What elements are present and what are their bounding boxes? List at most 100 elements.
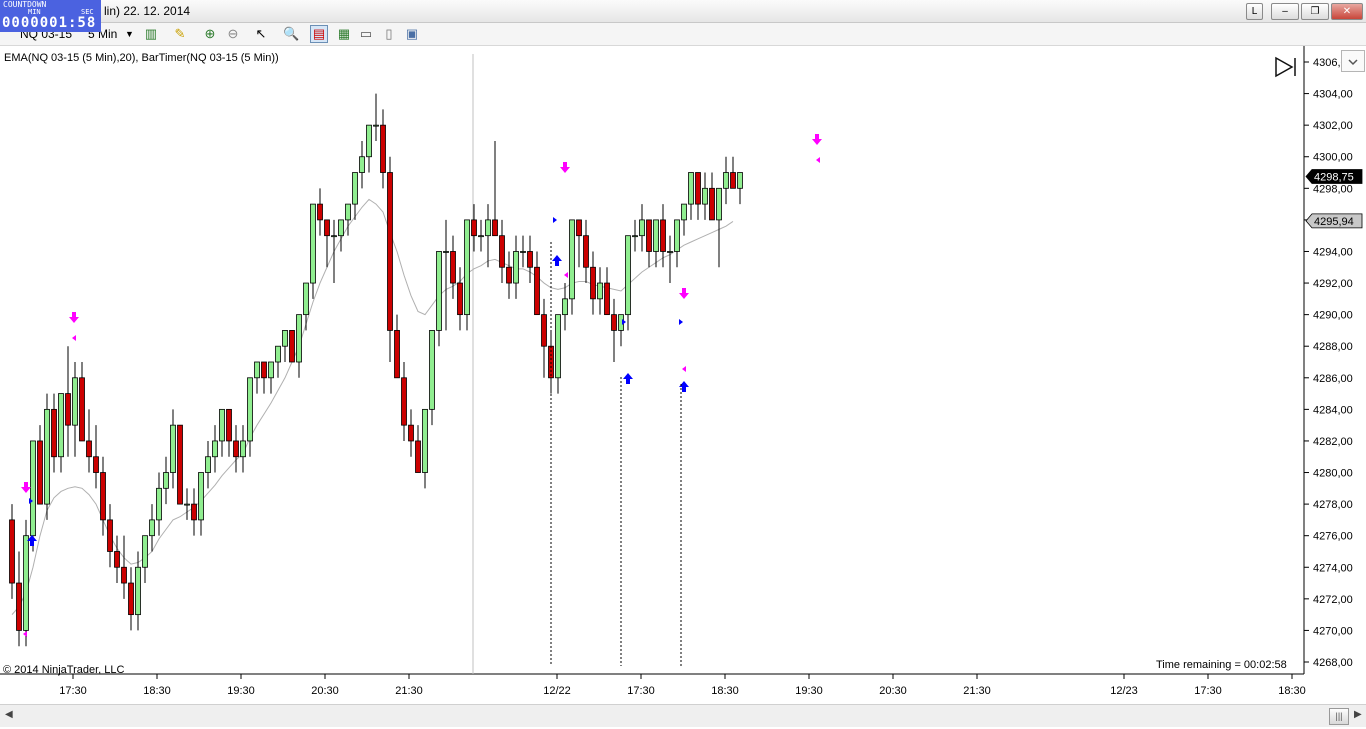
signal-marker-icon [564, 272, 568, 278]
candle-up [716, 187, 722, 221]
strategies-icon[interactable]: ▭ [358, 26, 374, 42]
restore-button[interactable]: ❐ [1301, 3, 1329, 20]
play-icon[interactable] [1274, 56, 1298, 78]
price-tick-label: 4272,00 [1313, 594, 1353, 606]
data-box-icon[interactable]: ▯ [381, 26, 397, 42]
candle-down [317, 203, 323, 221]
candle-down [289, 330, 295, 363]
signal-marker-icon [679, 319, 683, 325]
candle-up [464, 219, 470, 316]
candle-up [478, 235, 484, 238]
candle-down [226, 408, 232, 442]
candle-down [450, 251, 456, 284]
sell-arrow-icon [679, 288, 689, 299]
candle-up [562, 298, 568, 316]
candle-down [499, 235, 505, 268]
signal-marker-icon [553, 217, 557, 223]
candle-down [730, 172, 736, 189]
candle-down [534, 266, 540, 316]
candle-up [639, 219, 645, 237]
candle-down [380, 124, 386, 173]
candle-up [702, 187, 708, 205]
price-tick-label: 4268,00 [1313, 657, 1353, 669]
scroll-thumb[interactable]: ||| [1329, 708, 1349, 725]
candle-up [485, 219, 491, 237]
candle-up [422, 408, 428, 473]
chevron-down-icon[interactable]: ▼ [125, 26, 134, 42]
candle-down [191, 503, 197, 521]
candle-up [219, 408, 225, 442]
candle-down [128, 582, 134, 616]
copyright-text: © 2014 NinjaTrader, LLC [3, 664, 125, 676]
indicators-icon[interactable]: ▦ [336, 26, 352, 42]
candle-down [261, 361, 267, 379]
candle-down [576, 219, 582, 237]
zoom-out-icon[interactable]: ⊖ [225, 26, 241, 42]
time-tick-label: 17:30 [627, 685, 655, 697]
signal-marker-icon [622, 319, 626, 325]
candle-up [170, 424, 176, 473]
magnify-icon[interactable]: 🔍 [283, 26, 299, 42]
bar-type-icon[interactable]: ▥ [143, 26, 159, 42]
candle-up [275, 345, 281, 363]
price-tick-label: 4302,00 [1313, 120, 1353, 132]
candle-down [324, 219, 330, 237]
price-tick-label: 4300,00 [1313, 152, 1353, 164]
candle-up [303, 282, 309, 316]
candle-down [86, 440, 92, 458]
price-tick-label: 4294,00 [1313, 246, 1353, 258]
countdown-value: 0000001:58 [2, 15, 97, 31]
candle-down [583, 235, 589, 268]
candle-up [513, 251, 519, 284]
chart-trader-icon[interactable]: ▤ [310, 25, 328, 43]
time-tick-label: 20:30 [879, 685, 907, 697]
candle-down [646, 219, 652, 252]
sell-arrow-icon [812, 134, 822, 145]
pointer-icon[interactable]: ↖ [253, 26, 269, 42]
minimize-button[interactable]: – [1271, 3, 1299, 20]
candle-down [604, 282, 610, 316]
signal-marker-icon [816, 157, 820, 163]
price-scale-toggle[interactable] [1341, 50, 1365, 72]
price-chart[interactable]: 4306,004304,004302,004300,004298,004296,… [0, 46, 1366, 704]
close-button[interactable]: ✕ [1331, 3, 1363, 20]
candle-up [520, 251, 526, 253]
time-tick-label: 18:30 [143, 685, 171, 697]
zoom-in-icon[interactable]: ⊕ [202, 26, 218, 42]
candle-down [233, 440, 239, 458]
sell-arrow-icon [69, 312, 79, 323]
horizontal-scrollbar[interactable]: ◀ ||| ▶ [0, 704, 1366, 727]
time-tick-label: 18:30 [711, 685, 739, 697]
candle-up [359, 156, 365, 173]
candle-up [282, 330, 288, 347]
candle-down [79, 377, 85, 442]
candle-up [198, 472, 204, 521]
last-price-label: 4298,75 [1314, 171, 1354, 183]
candle-up [268, 361, 274, 379]
candle-up [72, 377, 78, 426]
candle-up [569, 219, 575, 300]
candle-down [590, 266, 596, 300]
candle-up [674, 219, 680, 252]
sell-arrow-icon [560, 162, 570, 173]
scroll-right-icon[interactable]: ▶ [1354, 709, 1362, 720]
candle-up [345, 203, 351, 221]
draw-pencil-icon[interactable]: ✎ [172, 26, 188, 42]
candle-down [65, 393, 71, 426]
buy-arrow-icon [623, 373, 633, 384]
price-tick-label: 4288,00 [1313, 341, 1353, 353]
candle-up [632, 235, 638, 238]
candle-up [149, 519, 155, 537]
link-button[interactable]: L [1246, 3, 1263, 20]
price-tick-label: 4298,00 [1313, 183, 1353, 195]
signal-marker-icon [23, 631, 27, 637]
time-tick-label: 17:30 [59, 685, 87, 697]
candle-up [681, 203, 687, 221]
candle-down [541, 314, 547, 347]
scroll-left-icon[interactable]: ◀ [5, 709, 13, 720]
candle-down [471, 219, 477, 237]
properties-icon[interactable]: ▣ [404, 26, 420, 42]
candle-down [121, 566, 127, 584]
candle-up [30, 440, 36, 537]
candle-down [408, 424, 414, 442]
